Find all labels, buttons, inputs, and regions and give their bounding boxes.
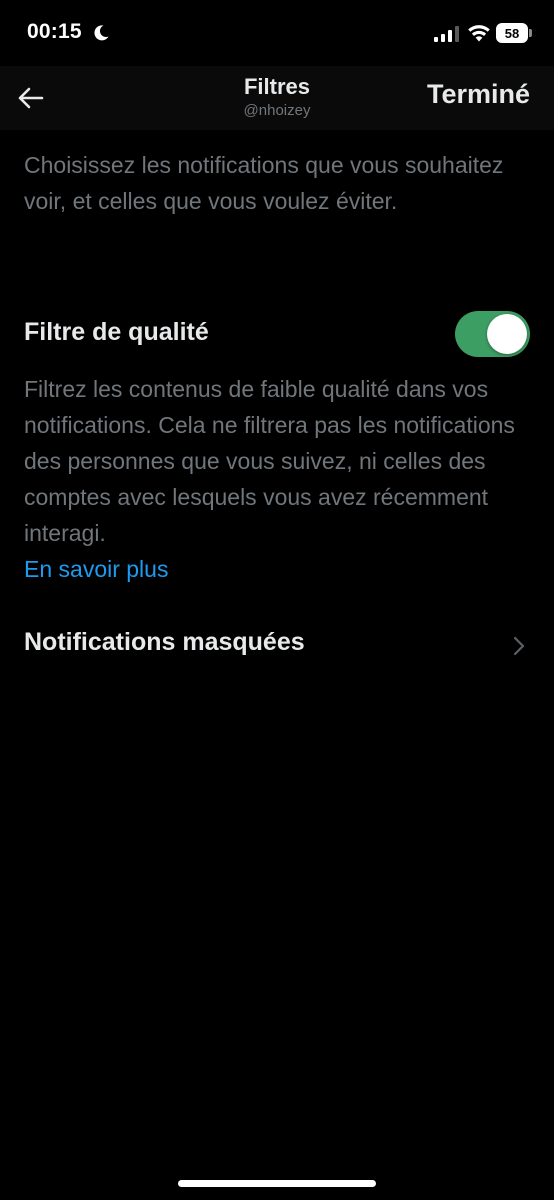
toggle-knob (487, 314, 527, 354)
chevron-right-icon (513, 636, 525, 656)
signal-icon (434, 26, 459, 42)
status-time: 00:15 (27, 20, 82, 43)
battery-level: 58 (496, 23, 528, 43)
battery-icon: 58 (496, 23, 533, 43)
learn-more-link[interactable]: En savoir plus (24, 551, 168, 587)
back-button[interactable] (12, 80, 48, 116)
intro-text: Choisissez les notifications que vous so… (24, 152, 504, 214)
masked-notifications-label: Notifications masquées (24, 628, 305, 656)
nav-titles: Filtres @nhoizey (127, 74, 427, 121)
quality-filter-title: Filtre de qualité (24, 318, 209, 346)
status-bar: 00:15 58 (0, 0, 554, 66)
masked-notifications-row[interactable]: Notifications masquées (0, 616, 554, 676)
nav-header: Filtres @nhoizey Terminé (0, 66, 554, 130)
page-subtitle: @nhoizey (243, 102, 311, 119)
home-indicator (178, 1180, 376, 1187)
moon-icon (94, 25, 109, 41)
wifi-icon (468, 25, 490, 42)
quality-filter-description: Filtrez les contenus de faible qualité d… (24, 376, 515, 546)
done-button[interactable]: Terminé (427, 79, 530, 110)
quality-filter-row: Filtre de qualité (24, 308, 530, 360)
quality-filter-toggle[interactable] (455, 311, 530, 357)
arrow-left-icon (18, 87, 44, 109)
battery-cap (529, 29, 532, 37)
page-title: Filtres (243, 74, 311, 99)
